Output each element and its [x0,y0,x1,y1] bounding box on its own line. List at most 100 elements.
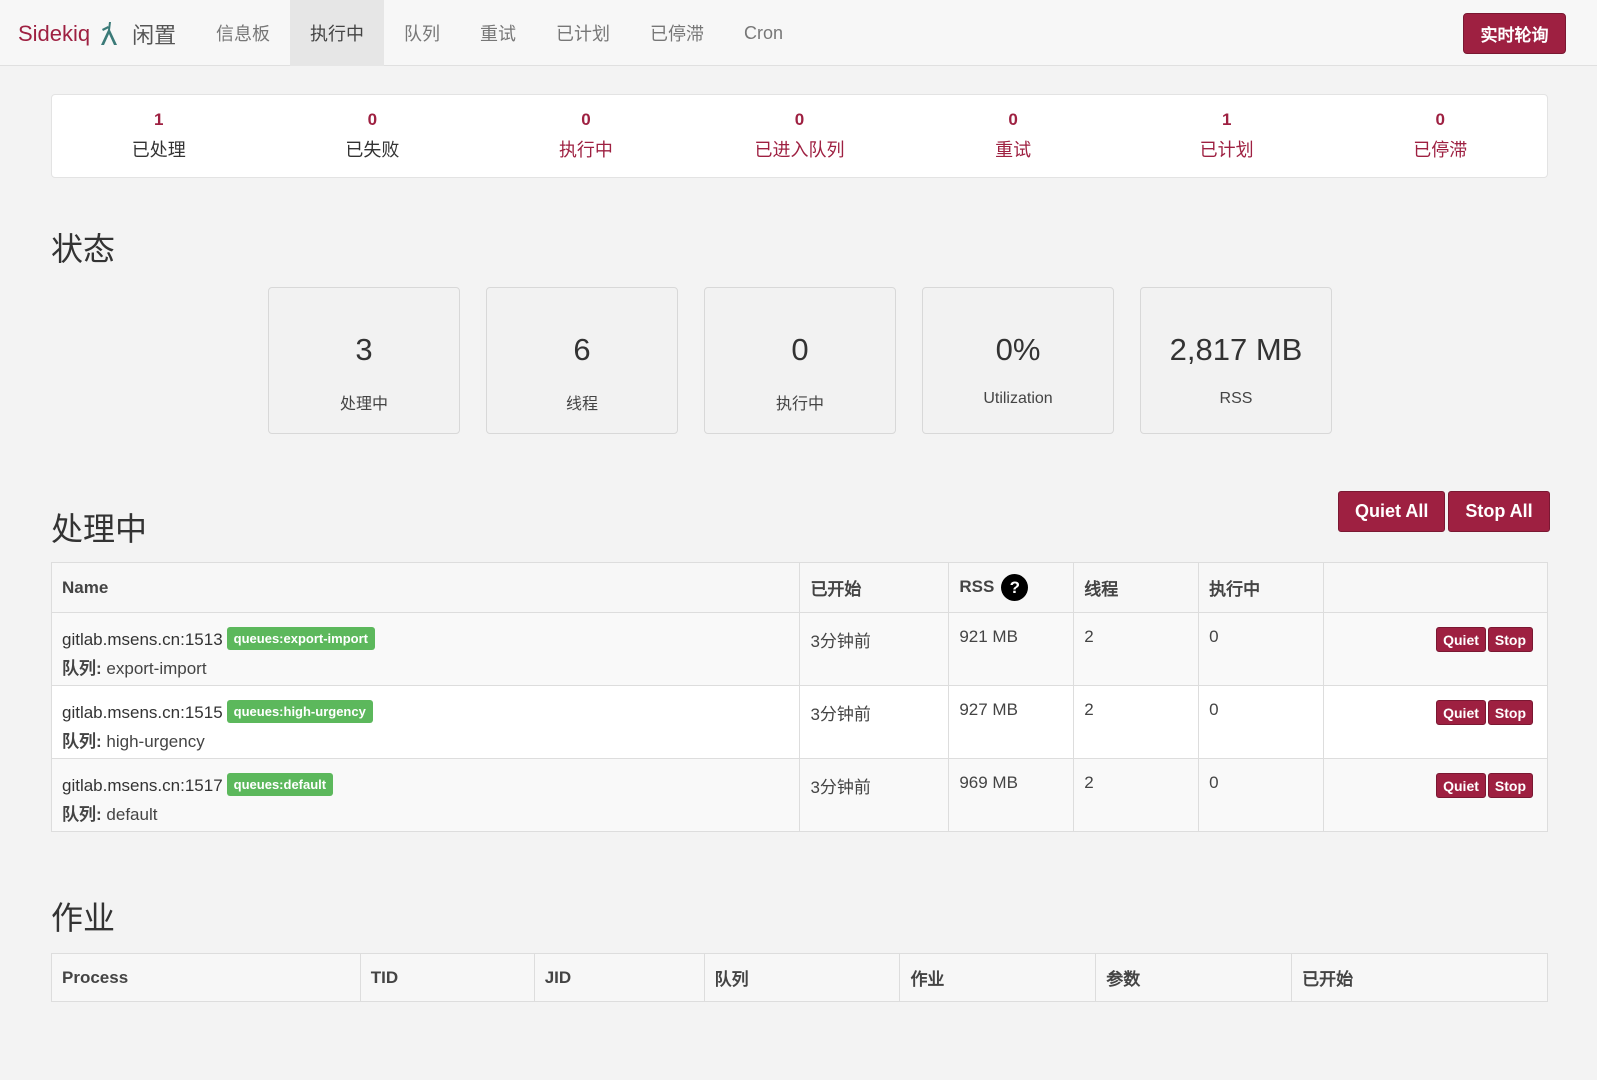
nav-retries[interactable]: 重试 [460,0,536,66]
queue-tag: queues:export-import [226,627,375,650]
summary-label[interactable]: 重试 [995,136,1031,162]
stat-threads: 6 线程 [486,287,678,434]
nav-scheduled[interactable]: 已计划 [536,0,630,66]
queue-line: 队列: high-urgency [62,727,789,752]
actions-cell: Quiet Stop [1323,758,1548,832]
help-icon[interactable]: ? [1001,574,1029,601]
summary-dead[interactable]: 0 已停滞 [1333,95,1547,177]
summary-failed[interactable]: 0 已失败 [266,95,480,177]
summary-busy[interactable]: 0 执行中 [479,95,693,177]
processes-heading: 处理中 [51,511,148,547]
rss-cell: 921 MB [948,612,1075,686]
table-row: gitlab.msens.cn:1517 queues:default 队列: d… [50,758,1548,832]
quiet-button[interactable]: Quiet [1436,773,1486,798]
main-nav: 信息板 执行中 队列 重试 已计划 已停滞 Cron [196,0,803,66]
brand[interactable]: Sidekiq 闲置 [18,18,176,50]
table-header-row: Process TID JID 队列 作业 参数 已开始 [51,953,1548,1002]
row-actions: Quiet Stop [1334,627,1537,652]
col-jid: JID [533,953,705,1002]
jobs-table: Process TID JID 队列 作业 参数 已开始 [51,953,1548,1002]
brand-name[interactable]: Sidekiq [18,21,90,47]
queue-tag: queues:default [226,773,334,796]
summary-label[interactable]: 已进入队列 [755,136,845,162]
summary-enqueued[interactable]: 0 已进入队列 [693,95,907,177]
stat-value: 0% [995,332,1041,367]
stop-button[interactable]: Stop [1487,700,1533,725]
col-rss-label: RSS [959,576,995,596]
row-actions: Quiet Stop [1334,700,1537,725]
summary-label: 已失败 [345,140,400,160]
summary-count: 1 [1221,110,1232,129]
quiet-all-button[interactable]: Quiet All [1338,491,1446,532]
stat-busy: 0 执行中 [704,287,896,434]
col-job: 作业 [899,953,1097,1002]
stat-label: 线程 [565,396,598,413]
nav-busy[interactable]: 执行中 [290,0,384,66]
status-heading: 状态 [51,231,116,267]
summary-retries[interactable]: 0 重试 [906,95,1120,177]
stop-all-button[interactable]: Stop All [1448,491,1550,532]
stats-row: 3 处理中 6 线程 0 执行中 0% Utilization 2,817 MB… [268,287,1332,434]
col-actions [1323,562,1548,613]
process-name-cell: gitlab.msens.cn:1513 queues:export-import… [50,612,801,686]
summary-count: 0 [1435,110,1445,129]
process-name-cell: gitlab.msens.cn:1517 queues:default 队列: d… [50,758,801,832]
stat-utilization: 0% Utilization [922,287,1114,434]
stat-label: RSS [1219,390,1253,407]
summary-count: 0 [1008,110,1018,129]
stat-label: Utilization [983,390,1053,407]
queue-value: high-urgency [106,732,205,751]
busy-cell: 0 [1198,612,1325,686]
nav-queues[interactable]: 队列 [384,0,460,66]
bulk-actions: Quiet All Stop All [1338,491,1550,532]
summary-scheduled[interactable]: 1 已计划 [1120,95,1334,177]
queue-line: 队列: default [62,800,789,825]
stat-value: 3 [355,332,373,367]
nav-cron[interactable]: Cron [724,0,803,66]
queue-key: 队列: [62,805,102,824]
busy-cell: 0 [1198,685,1325,759]
col-arguments: 参数 [1095,953,1293,1002]
nav-dashboard[interactable]: 信息板 [196,0,290,66]
threads-cell: 2 [1073,612,1200,686]
summary-processed[interactable]: 1 已处理 [52,95,266,177]
live-poll-button[interactable]: 实时轮询 [1463,13,1566,54]
stat-rss: 2,817 MB RSS [1140,287,1332,434]
process-status: 闲置 [132,23,177,48]
summary-label[interactable]: 已计划 [1200,136,1254,162]
rss-cell: 969 MB [948,758,1075,832]
started-cell: 3分钟前 [799,758,950,832]
sidekiq-logo-icon [101,22,118,45]
actions-cell: Quiet Stop [1323,685,1548,759]
stat-value: 6 [573,332,591,367]
rss-cell: 927 MB [948,685,1075,759]
threads-cell: 2 [1073,758,1200,832]
queue-tag: queues:high-urgency [226,700,373,723]
started-cell: 3分钟前 [799,685,950,759]
nav-dead[interactable]: 已停滞 [630,0,724,66]
summary-count: 1 [154,110,164,129]
quiet-button[interactable]: Quiet [1436,700,1486,725]
stop-button[interactable]: Stop [1487,773,1533,798]
busy-cell: 0 [1198,758,1325,832]
stop-button[interactable]: Stop [1487,627,1533,652]
stat-label: 处理中 [339,396,388,413]
summary-label[interactable]: 已停滞 [1413,136,1467,162]
process-host: gitlab.msens.cn:1513 [62,630,223,649]
col-tid: TID [359,953,535,1002]
col-name: Name [50,562,801,613]
row-actions: Quiet Stop [1334,773,1537,798]
col-process: Process [51,953,361,1002]
summary-label[interactable]: 执行中 [559,136,613,162]
process-host: gitlab.msens.cn:1515 [62,703,223,722]
processes-table: Name 已开始 RSS? 线程 执行中 gitlab.msens.cn:151… [50,562,1548,832]
stat-label: 执行中 [775,396,824,413]
started-cell: 3分钟前 [799,612,950,686]
stat-processes: 3 处理中 [268,287,460,434]
quiet-button[interactable]: Quiet [1436,627,1486,652]
jobs-heading: 作业 [51,900,116,936]
process-name-cell: gitlab.msens.cn:1515 queues:high-urgency … [50,685,801,759]
stat-value: 0 [791,332,809,367]
threads-cell: 2 [1073,685,1200,759]
top-navbar: Sidekiq 闲置 信息板 执行中 队列 重试 已计划 已停滞 Cron 实时… [0,0,1597,66]
